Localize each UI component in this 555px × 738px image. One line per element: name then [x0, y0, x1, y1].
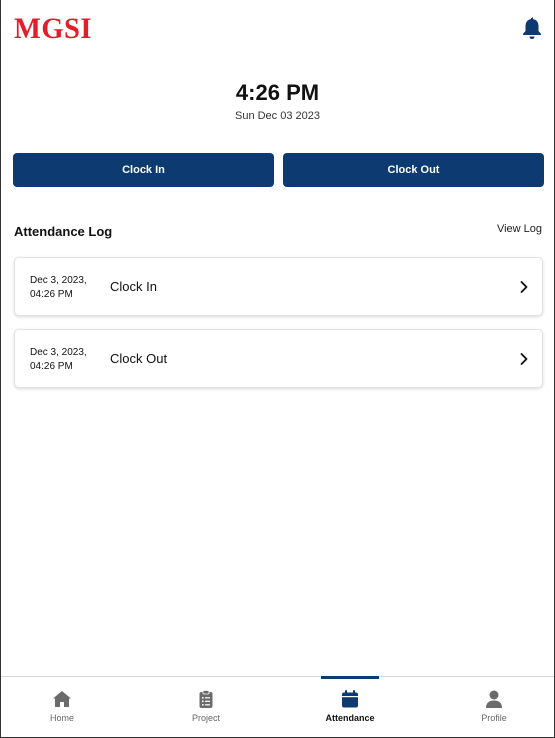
log-entry-label: Clock Out: [110, 351, 168, 366]
nav-label-attendance: Attendance: [325, 713, 375, 723]
log-entry-card[interactable]: Dec 3, 2023, 04:26 PM Clock In: [14, 257, 543, 316]
log-entry-date: Dec 3, 2023,: [30, 347, 87, 358]
current-date: Sun Dec 03 2023: [234, 110, 320, 122]
nav-label-project: Project: [191, 713, 220, 723]
chevron-right-icon: [520, 353, 528, 365]
bell-icon[interactable]: [522, 16, 542, 40]
log-entry-card[interactable]: Dec 3, 2023, 04:26 PM Clock Out: [14, 329, 543, 388]
app-header: MGSI: [1, 0, 554, 60]
log-entry-time: 04:26 PM: [30, 361, 73, 372]
log-entry-datetime: Dec 3, 2023, 04:26 PM: [30, 346, 100, 374]
nav-label-profile: Profile: [481, 713, 507, 723]
clock-in-button[interactable]: Clock In: [13, 153, 274, 187]
current-time: 4:26 PM: [235, 80, 320, 105]
active-tab-indicator: [321, 676, 379, 679]
calendar-icon: [342, 690, 358, 708]
nav-label-home: Home: [49, 713, 74, 723]
log-entry-datetime: Dec 3, 2023, 04:26 PM: [30, 274, 100, 302]
nav-item-home[interactable]: Home: [0, 677, 131, 737]
nav-item-profile[interactable]: Profile: [425, 677, 555, 737]
log-entry-time: 04:26 PM: [30, 289, 73, 300]
clock-out-button[interactable]: Clock Out: [283, 153, 544, 187]
nav-item-attendance[interactable]: Attendance: [281, 676, 419, 737]
clipboard-icon: [199, 690, 213, 708]
log-entry-label: Clock In: [110, 279, 157, 294]
view-log-link[interactable]: View Log: [497, 223, 542, 235]
attendance-log-title: Attendance Log: [14, 224, 113, 239]
user-icon: [486, 690, 502, 708]
home-icon: [53, 691, 71, 707]
bottom-navigation: Home Project Attendance Profile: [1, 676, 554, 737]
nav-item-project[interactable]: Project: [137, 677, 275, 737]
attendance-screen: MGSI 4:26 PM Sun Dec 03 2023 Clock In Cl…: [1, 0, 554, 737]
chevron-right-icon: [520, 281, 528, 293]
mgsi-logo: MGSI: [14, 12, 92, 45]
log-entry-date: Dec 3, 2023,: [30, 275, 87, 286]
